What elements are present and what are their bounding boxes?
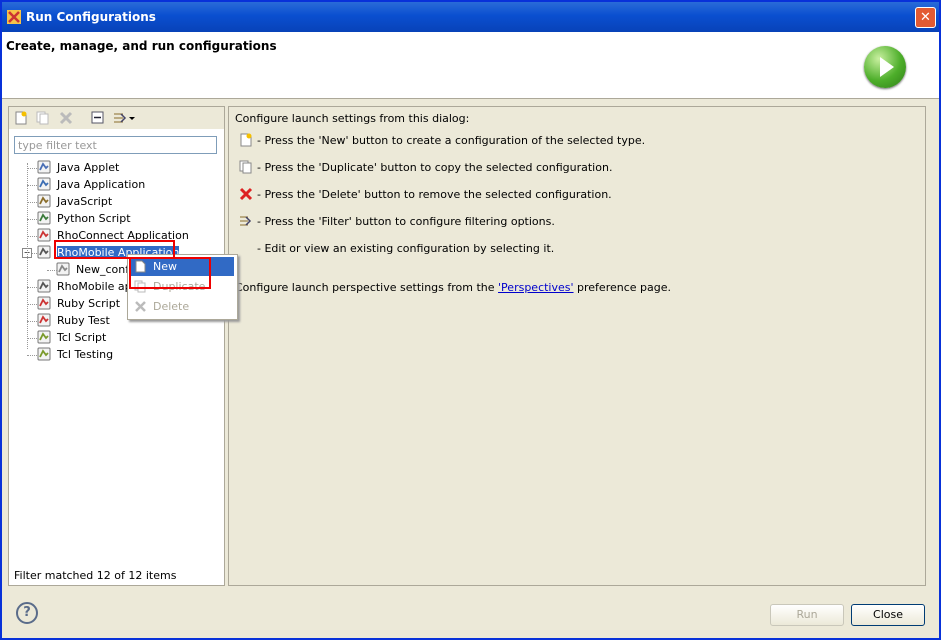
java-applet-icon — [37, 160, 51, 174]
run-button[interactable]: Run — [770, 604, 844, 626]
tree-item-label: New_confi — [76, 263, 133, 276]
help-icon[interactable]: ? — [16, 602, 38, 624]
ruby-script-icon — [37, 296, 51, 310]
run-configurations-window: Run Configurations ✕ Create, manage, and… — [0, 0, 941, 640]
filter-status: Filter matched 12 of 12 items — [14, 569, 177, 582]
filter-menu-icon[interactable] — [113, 111, 135, 125]
tree-toolbar — [9, 107, 224, 129]
intro-text: Configure launch settings from this dial… — [235, 112, 470, 125]
new-icon — [240, 133, 252, 147]
tree-connector — [27, 219, 37, 220]
close-button[interactable]: Close — [851, 604, 925, 626]
tree-connector — [27, 168, 37, 169]
tree-connector — [27, 321, 37, 322]
tree-connector — [27, 355, 37, 356]
help-line-filter: - Press the 'Filter' button to configure… — [257, 215, 555, 228]
tree-connector — [27, 287, 37, 288]
rhoconnect-icon — [37, 228, 51, 242]
tcl-script-icon — [37, 330, 51, 344]
dialog-header: Create, manage, and run configurations — [2, 32, 939, 99]
app-icon — [7, 10, 21, 24]
javascript-icon — [37, 194, 51, 208]
duplicate-icon — [239, 160, 252, 174]
perspective-text: Configure launch perspective settings fr… — [235, 281, 671, 294]
tree-item-label: Ruby Script — [57, 297, 121, 310]
tree-connector — [27, 202, 37, 203]
menu-item-delete[interactable]: Delete — [130, 297, 234, 316]
dialog-title: Create, manage, and run configurations — [6, 39, 277, 53]
title-bar: Run Configurations ✕ — [2, 2, 939, 32]
delete-config-icon[interactable] — [59, 111, 73, 125]
tree-connector — [27, 304, 37, 305]
tree-connector — [47, 270, 57, 271]
run-banner-icon — [864, 46, 906, 88]
rhomobile-app-icon — [37, 279, 51, 293]
tree-item-label: Ruby Test — [57, 314, 110, 327]
tree-trunk — [27, 163, 28, 349]
help-line-new: - Press the 'New' button to create a con… — [257, 134, 646, 147]
rhomobile-icon — [37, 245, 51, 259]
java-application-icon — [37, 177, 51, 191]
tree-connector — [27, 236, 37, 237]
tree-connector — [27, 185, 37, 186]
ruby-test-icon — [37, 313, 51, 327]
window-title: Run Configurations — [26, 10, 156, 24]
tree-connector — [27, 338, 37, 339]
tree-item-label: Tcl Testing — [57, 348, 114, 361]
perspective-prefix: Configure launch perspective settings fr… — [235, 281, 499, 294]
tree-item-label: Python Script — [57, 212, 131, 225]
config-tree-pane: type filter text Java Applet Java Applica… — [8, 106, 225, 586]
help-line-delete: - Press the 'Delete' button to remove th… — [257, 188, 612, 201]
tcl-testing-icon — [37, 347, 51, 361]
filter-input[interactable]: type filter text — [14, 136, 217, 154]
python-script-icon — [37, 211, 51, 225]
highlight-new — [129, 257, 211, 289]
duplicate-config-icon[interactable] — [36, 111, 50, 125]
perspective-suffix: preference page. — [573, 281, 672, 294]
tree-item-label: Tcl Script — [57, 331, 107, 344]
info-pane: Configure launch settings from this dial… — [228, 106, 926, 586]
tree-item-label: Java Applet — [57, 161, 120, 174]
tree-item-label: Java Application — [57, 178, 146, 191]
delete-menu-icon — [135, 301, 146, 312]
window-close-button[interactable]: ✕ — [915, 7, 936, 28]
perspectives-link[interactable]: 'Perspectives' — [498, 281, 574, 294]
config-icon — [56, 262, 70, 276]
new-config-icon[interactable] — [14, 111, 28, 125]
menu-delete-label: Delete — [153, 300, 190, 313]
tree-item-label: JavaScript — [57, 195, 113, 208]
collapse-all-icon[interactable] — [91, 111, 105, 125]
help-line-edit: - Edit or view an existing configuration… — [257, 242, 555, 255]
delete-icon — [239, 187, 253, 201]
filter-icon — [240, 216, 252, 226]
help-line-duplicate: - Press the 'Duplicate' button to copy t… — [257, 161, 613, 174]
